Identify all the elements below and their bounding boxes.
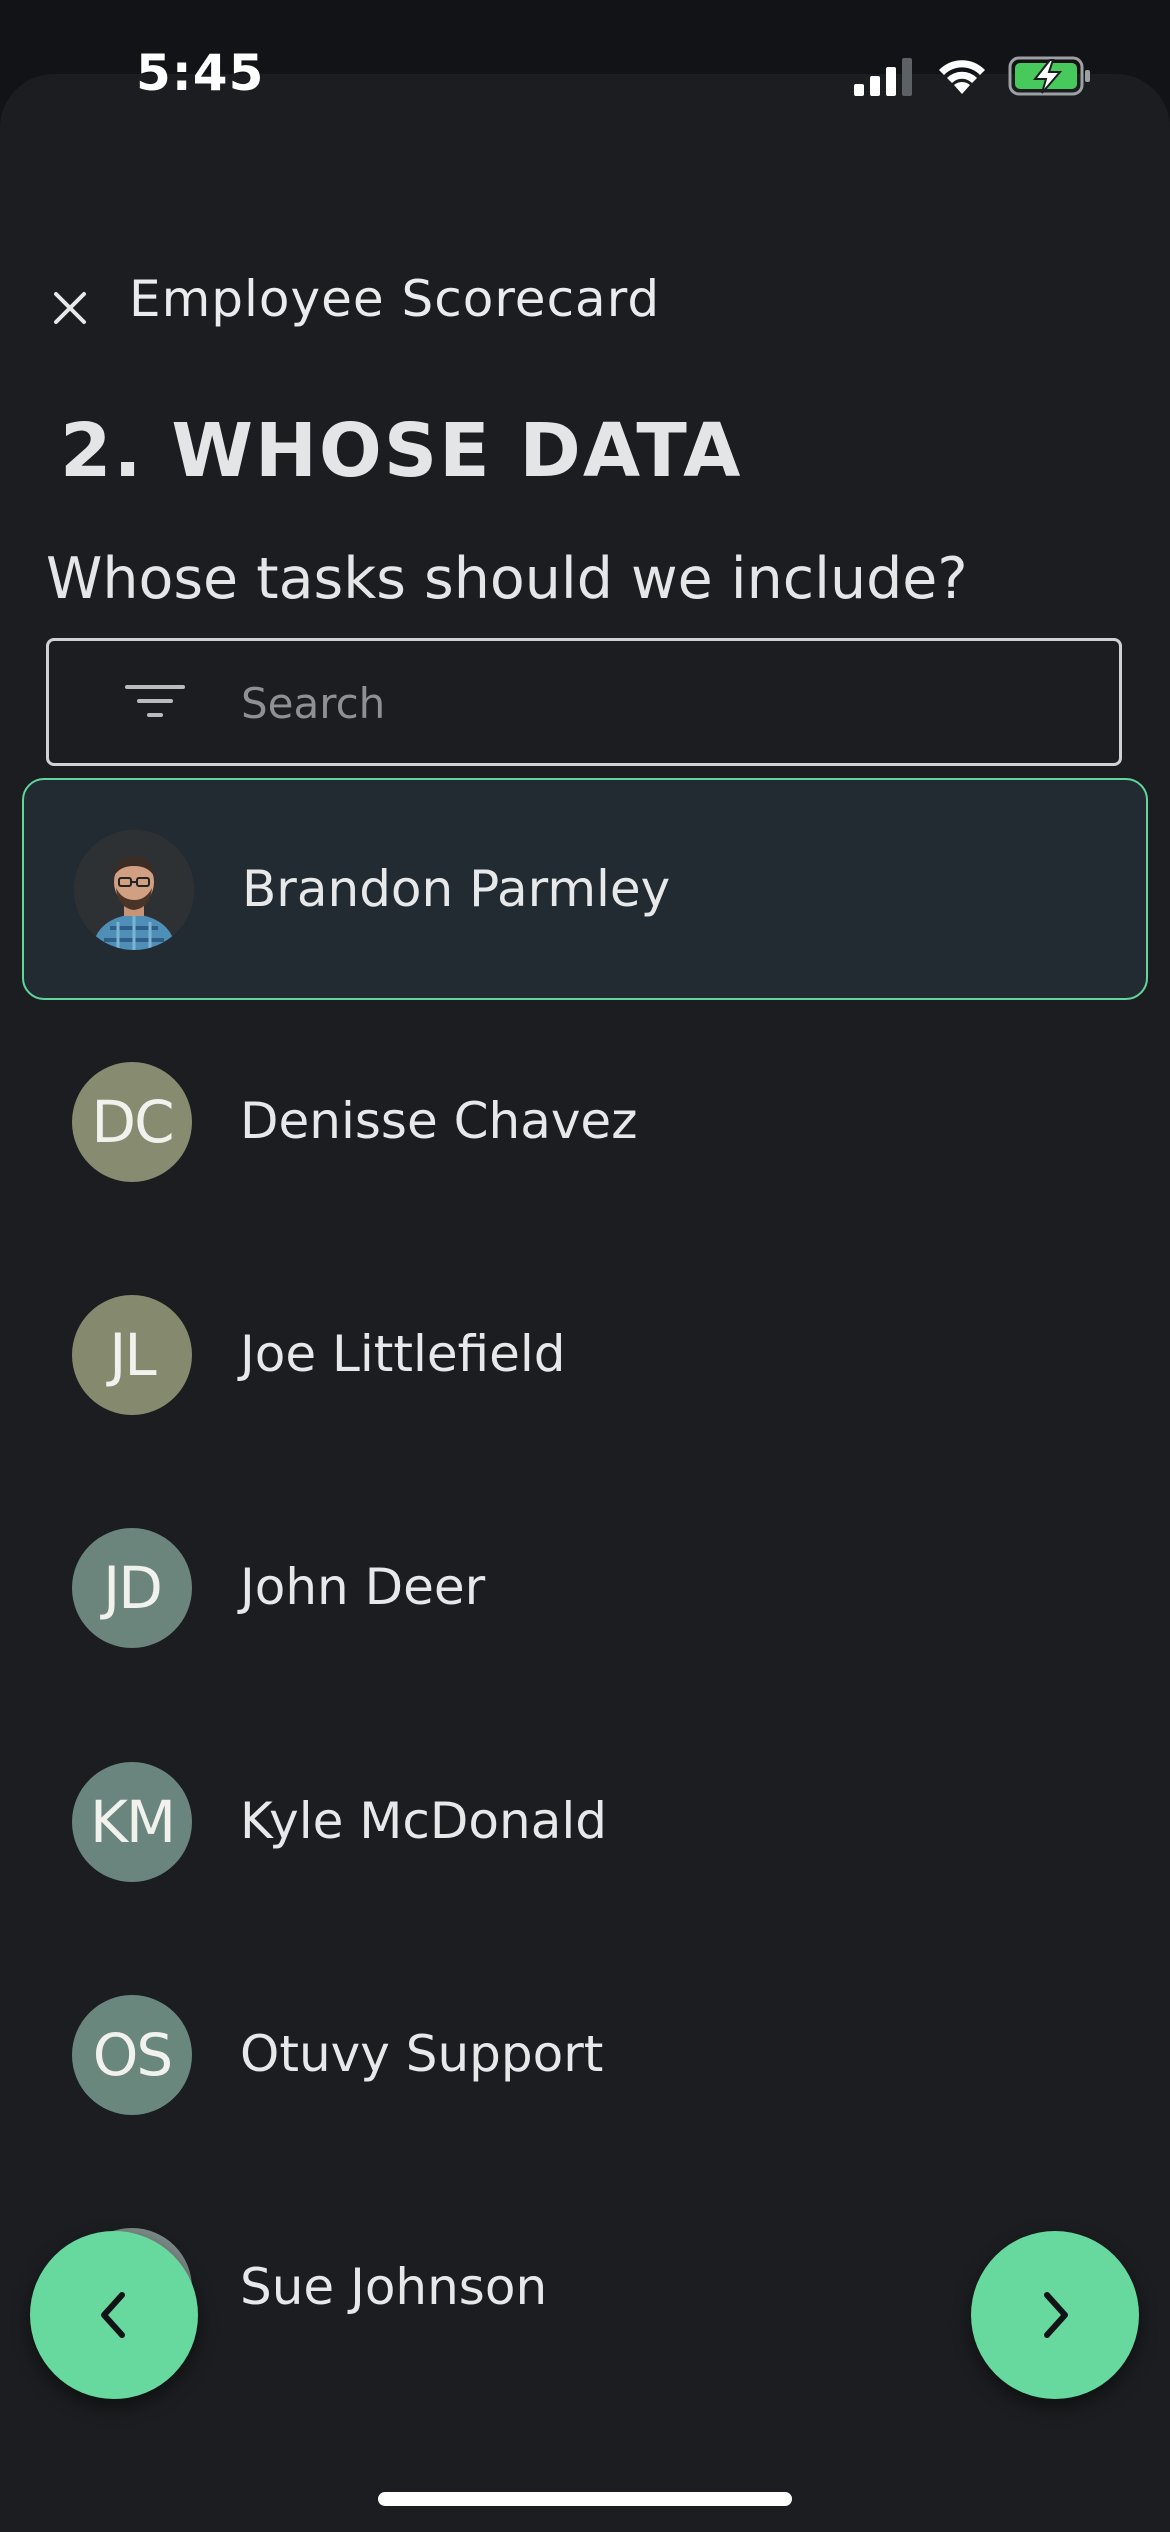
person-name: Joe Littlefield [240, 1325, 566, 1383]
avatar-initials: JD [103, 1554, 163, 1622]
step-title: 2. WHOSE DATA [60, 408, 743, 494]
cellular-signal-icon [854, 58, 912, 96]
filter-icon [125, 685, 185, 717]
next-button[interactable] [971, 2231, 1139, 2399]
list-item[interactable]: DC Denisse Chavez [22, 1012, 1148, 1234]
home-indicator[interactable] [378, 2492, 792, 2506]
avatar-initials: OS [92, 2021, 173, 2089]
list-item[interactable]: Brandon Parmley [22, 778, 1148, 1000]
person-name: Brandon Parmley [242, 860, 671, 918]
close-icon [54, 292, 86, 324]
wifi-icon [939, 60, 985, 94]
list-item[interactable]: KM Kyle McDonald [22, 1712, 1148, 1934]
close-button[interactable] [40, 278, 100, 338]
avatar: JD [72, 1528, 192, 1648]
list-item[interactable]: JD John Deer [22, 1478, 1148, 1700]
avatar: JL [72, 1295, 192, 1415]
search-input[interactable] [239, 641, 1093, 765]
person-name: Sue Johnson [240, 2258, 548, 2316]
avatar: DC [72, 1062, 192, 1182]
header-title: Employee Scorecard [129, 270, 661, 328]
status-bar: 5:45 [0, 0, 1170, 150]
avatar-initials: JL [109, 1321, 156, 1389]
chevron-left-icon [101, 2292, 125, 2338]
avatar [74, 830, 194, 950]
person-name: John Deer [240, 1558, 486, 1616]
step-question: Whose tasks should we include? [46, 546, 968, 612]
list-item[interactable]: JL Joe Littlefield [22, 1245, 1148, 1467]
search-box[interactable] [46, 638, 1122, 766]
avatar-initials: KM [89, 1788, 176, 1856]
back-button[interactable] [30, 2231, 198, 2399]
avatar: OS [72, 1995, 192, 2115]
list-item[interactable]: OS Otuvy Support [22, 1945, 1148, 2167]
chevron-right-icon [1044, 2292, 1068, 2338]
person-name: Otuvy Support [240, 2025, 604, 2083]
battery-charging-icon [1008, 56, 1090, 96]
status-time: 5:45 [136, 44, 265, 102]
person-name: Denisse Chavez [240, 1092, 638, 1150]
person-name: Kyle McDonald [240, 1792, 607, 1850]
avatar-initials: DC [91, 1088, 174, 1156]
avatar: KM [72, 1762, 192, 1882]
person-photo-icon [74, 830, 194, 950]
header: Employee Scorecard [0, 262, 1170, 342]
